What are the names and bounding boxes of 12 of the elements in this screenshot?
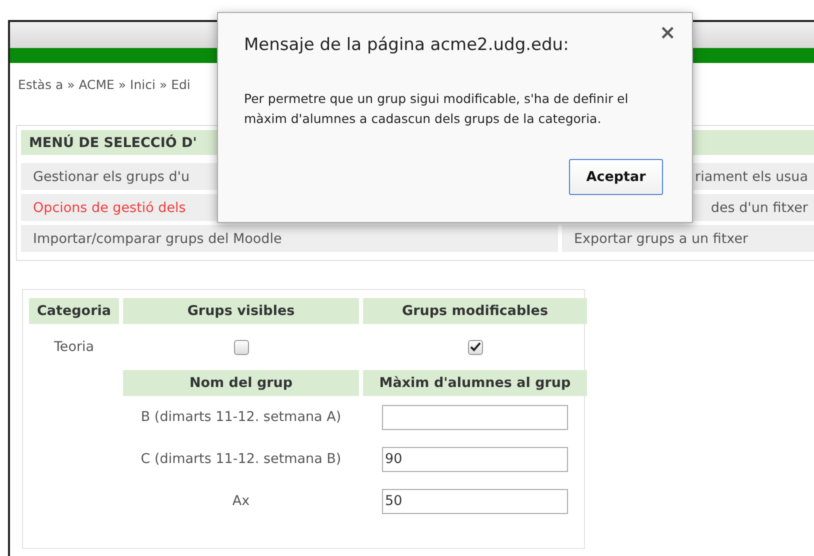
- group-name: C (dimarts 11-12. setmana B): [140, 450, 342, 469]
- column-header: Màxim d'alumnes al grup: [363, 370, 587, 396]
- group-name: Ax: [232, 492, 250, 511]
- column-header: Grups modificables: [363, 298, 587, 324]
- column-header: Grups visibles: [123, 298, 359, 324]
- column-header: Nom del grup: [123, 370, 359, 396]
- column-header: Categoria: [29, 298, 119, 324]
- breadcrumb: Estàs a » ACME » Inici » Edi: [18, 77, 190, 92]
- dialog-message: Per permetre que un grup sigui modificable, s'ha de definir el màxim d'alumnes a cadascun dels grups de la categoria.: [244, 90, 630, 128]
- category-name: Teoria: [54, 338, 94, 357]
- dialog-title: Mensaje de la página acme2.udg.edu:: [244, 34, 570, 57]
- group-name: B (dimarts 11-12. setmana A): [140, 408, 342, 427]
